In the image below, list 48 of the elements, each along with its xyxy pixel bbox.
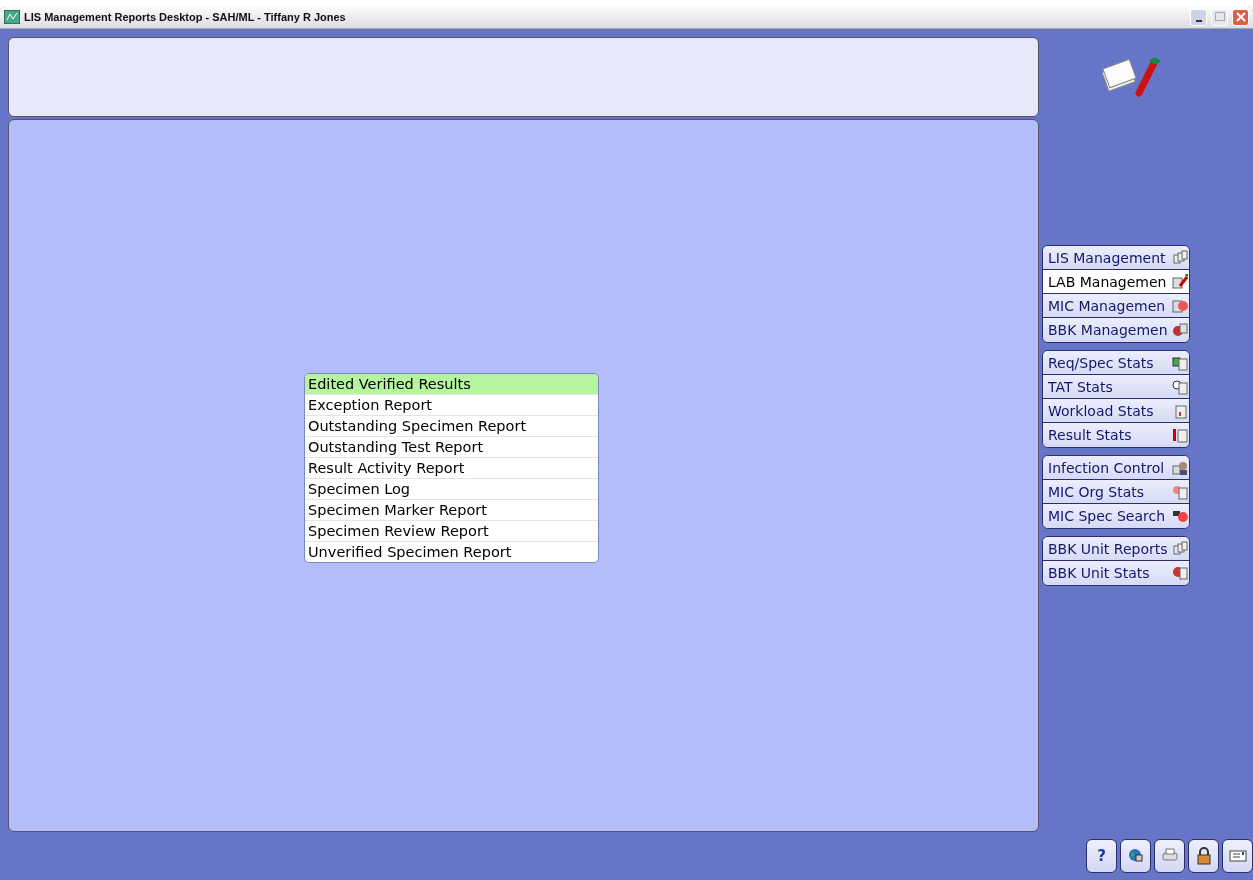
sidebar-button[interactable]: Req/Spec Stats bbox=[1043, 351, 1189, 375]
documents-icon bbox=[1172, 249, 1188, 266]
sidebar-button[interactable]: TAT Stats bbox=[1043, 375, 1189, 399]
person-document-icon bbox=[1172, 459, 1188, 476]
minimize-icon bbox=[1195, 19, 1202, 22]
padlock-button[interactable] bbox=[1188, 839, 1219, 873]
blood-document-icon bbox=[1172, 565, 1188, 581]
report-item[interactable]: Specimen Marker Report bbox=[305, 500, 598, 521]
printer-button[interactable] bbox=[1154, 839, 1185, 873]
sidebar-button[interactable]: Infection Control bbox=[1043, 456, 1189, 480]
message-icon bbox=[1228, 847, 1247, 865]
close-button[interactable] bbox=[1232, 8, 1249, 26]
documents-icon bbox=[1172, 540, 1188, 557]
sidebar-button[interactable]: BBK Unit Reports bbox=[1043, 537, 1189, 561]
sidebar-button[interactable]: BBK Unit Stats bbox=[1043, 561, 1189, 585]
report-item[interactable]: Outstanding Specimen Report bbox=[305, 416, 598, 437]
report-item[interactable]: Edited Verified Results bbox=[305, 374, 598, 395]
grid-document-icon bbox=[1172, 354, 1188, 371]
blood-document-icon bbox=[1172, 322, 1188, 338]
maximize-icon bbox=[1213, 9, 1226, 23]
report-item[interactable]: Specimen Review Report bbox=[305, 521, 598, 542]
tube-chart-icon bbox=[1172, 427, 1188, 443]
close-icon bbox=[1234, 9, 1247, 23]
globe-lock-icon bbox=[1126, 847, 1145, 865]
sidebar-button[interactable]: LIS Management bbox=[1043, 246, 1189, 270]
globe-lock-button[interactable] bbox=[1120, 839, 1151, 873]
report-item[interactable]: Specimen Log bbox=[305, 479, 598, 500]
report-item[interactable]: Outstanding Test Report bbox=[305, 437, 598, 458]
clock-document-icon bbox=[1172, 378, 1188, 395]
report-item[interactable]: Exception Report bbox=[305, 395, 598, 416]
message-button[interactable] bbox=[1222, 839, 1253, 873]
report-item[interactable]: Result Activity Report bbox=[305, 458, 598, 479]
document-icon bbox=[1172, 297, 1188, 314]
document-tube-icon bbox=[1172, 273, 1188, 290]
sidebar-button[interactable]: MIC Spec Search bbox=[1043, 504, 1189, 528]
minimize-button[interactable] bbox=[1190, 8, 1207, 26]
window-title: LIS Management Reports Desktop - SAH/ML - Tiffany R Jones bbox=[24, 11, 347, 23]
sidebar-button[interactable]: MIC Managemen bbox=[1043, 294, 1189, 318]
sidebar-button[interactable]: BBK Managemen bbox=[1043, 318, 1189, 342]
app-icon bbox=[4, 10, 20, 24]
report-item[interactable]: Unverified Specimen Report bbox=[305, 542, 598, 562]
sidebar-button[interactable]: MIC Org Stats bbox=[1043, 480, 1189, 504]
padlock-icon bbox=[1194, 847, 1213, 865]
help-button[interactable]: ? bbox=[1086, 839, 1117, 873]
sidebar-button[interactable]: Workload Stats bbox=[1043, 399, 1189, 423]
chart-document-icon bbox=[1172, 402, 1188, 419]
sidebar-button[interactable]: Result Stats bbox=[1043, 423, 1189, 447]
sidebar-button[interactable]: LAB Managemen bbox=[1043, 270, 1189, 294]
